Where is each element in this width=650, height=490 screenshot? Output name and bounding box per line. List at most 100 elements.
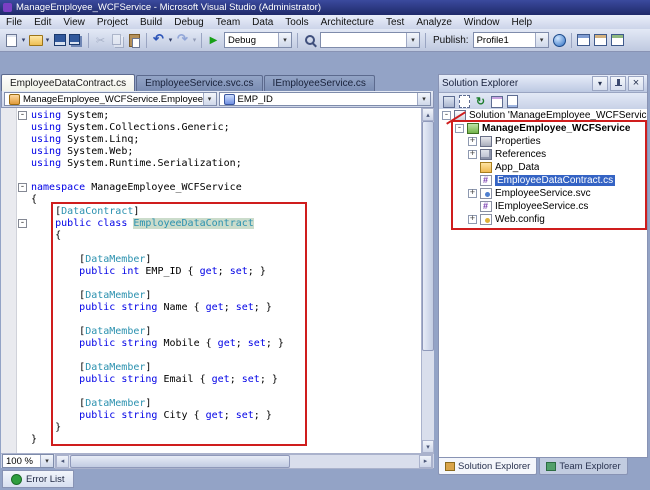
menu-item-data[interactable]: Data [246,17,279,28]
horizontal-scrollbar[interactable] [55,454,433,469]
solution-explorer-icon[interactable] [575,32,592,49]
new-project-icon[interactable] [3,32,20,49]
collapse-icon[interactable]: - [455,124,464,133]
redo-dropdown-arrow[interactable] [191,36,198,44]
expand-icon[interactable]: + [468,137,477,146]
tree-item-web-config[interactable]: +Web.config [439,213,647,226]
save-icon[interactable] [51,32,68,49]
breakpoint-gutter[interactable] [1,108,17,453]
vertical-scrollbar[interactable] [421,108,434,453]
properties-icon [480,136,492,147]
types-dropdown[interactable]: ManageEmployee_WCFService.EmployeeDataC [4,92,217,106]
solution-explorer-title: Solution Explorer [442,78,590,89]
menu-item-project[interactable]: Project [91,17,134,28]
menu-item-tools[interactable]: Tools [279,17,314,28]
solution-explorer-titlebar[interactable]: Solution Explorer [439,75,647,93]
types-dropdown-value: ManageEmployee_WCFService.EmployeeDataC [23,94,203,105]
chevron-down-icon[interactable] [278,33,291,47]
vertical-scrollbar-thumb[interactable] [422,121,434,351]
save-all-icon[interactable] [68,32,85,49]
svc-icon [480,188,492,199]
properties-icon[interactable] [441,94,456,109]
close-panel-button[interactable] [628,76,644,91]
menu-item-test[interactable]: Test [380,17,410,28]
menu-item-view[interactable]: View [57,17,91,28]
code-line: [DataMember] [31,254,420,266]
horizontal-scrollbar-thumb[interactable] [70,455,290,468]
menu-item-build[interactable]: Build [134,17,168,28]
menu-item-architecture[interactable]: Architecture [315,17,380,28]
menu-item-edit[interactable]: Edit [28,17,57,28]
editor-bottom-bar: 100 % [1,453,434,468]
collapse-icon[interactable]: - [442,111,451,120]
menu-item-analyze[interactable]: Analyze [410,17,458,28]
menu-item-help[interactable]: Help [506,17,539,28]
editor-navigation-bar: ManageEmployee_WCFService.EmployeeDataC … [1,91,434,108]
solution-tree[interactable]: -Solution 'ManageEmployee_WCFService' (1… [439,109,647,457]
tab-employeeservice-svc-cs[interactable]: EmployeeService.svc.cs [136,75,262,91]
menu-item-debug[interactable]: Debug [168,17,209,28]
tree-item-employeeservice-svc[interactable]: + EmployeeService.svc [439,187,647,200]
undo-dropdown-arrow[interactable] [167,36,174,44]
tree-item-iemployeeservice-cs[interactable]: IEmployeeService.cs [439,200,647,213]
chevron-down-icon[interactable] [40,455,53,467]
tree-item-solution-manageemployee-wcfservice-1-project[interactable]: -Solution 'ManageEmployee_WCFService' (1… [439,109,647,122]
refresh-icon[interactable] [473,94,488,109]
chevron-down-icon[interactable] [417,93,430,105]
find-combo[interactable] [320,32,420,48]
toolbar-group-find [294,32,318,49]
tab-employeedatacontract-cs[interactable]: EmployeeDataContract.cs [1,74,135,91]
code-line: using System.Linq; [31,134,420,146]
chevron-down-icon[interactable] [406,33,419,47]
scroll-left-icon[interactable] [56,455,69,468]
solution-configuration-combo[interactable]: Debug [224,32,292,48]
tree-item-manageemployee-wcfservice[interactable]: -ManageEmployee_WCFService [439,122,647,135]
chevron-down-icon[interactable] [203,93,216,105]
class-diagram-icon[interactable] [489,94,504,109]
open-file-dropdown-arrow[interactable] [44,36,51,44]
error-list-tab[interactable]: Error List [2,470,74,488]
window-position-button[interactable] [592,76,608,91]
open-file-icon[interactable] [27,32,44,49]
fold-marker[interactable]: - [18,111,27,120]
chevron-down-icon[interactable] [535,33,548,47]
tree-item-employeedatacontract-cs[interactable]: EmployeeDataContract.cs [439,174,647,187]
scroll-right-icon[interactable] [419,455,432,468]
field-icon [224,94,235,105]
fold-marker[interactable]: - [18,219,27,228]
code-editor[interactable]: using System;using System.Collections.Ge… [1,108,434,453]
tree-item-app-data[interactable]: App_Data [439,161,647,174]
code-line: using System.Runtime.Serialization; [31,158,420,170]
undo-icon[interactable] [150,32,167,49]
fold-marker[interactable]: - [18,183,27,192]
show-all-files-icon[interactable] [457,94,472,109]
find-icon[interactable] [301,32,318,49]
publish-icon[interactable] [551,32,568,49]
tree-item-properties[interactable]: +Properties [439,135,647,148]
tool-tab-team-explorer[interactable]: Team Explorer [539,458,627,475]
expand-icon[interactable]: + [468,150,477,159]
zoom-combo[interactable]: 100 % [2,454,54,468]
error-list-label: Error List [26,474,65,485]
tree-item-label: EmployeeService.svc [495,188,591,199]
paste-icon[interactable] [126,32,143,49]
tab-iemployeeservice-cs[interactable]: IEmployeeService.cs [264,75,375,91]
start-debug-icon[interactable] [205,32,222,49]
auto-hide-pin-button[interactable] [610,76,626,91]
members-dropdown[interactable]: EMP_ID [219,92,432,106]
expand-icon[interactable]: + [468,189,477,198]
expand-icon[interactable]: + [468,215,477,224]
publish-profile-combo[interactable]: Profile1 [473,32,549,48]
scroll-up-icon[interactable] [422,108,434,121]
new-project-dropdown-arrow[interactable] [20,36,27,44]
menu-item-file[interactable]: File [0,17,28,28]
scroll-down-icon[interactable] [422,440,434,453]
menu-item-team[interactable]: Team [210,17,246,28]
toolbox-icon[interactable] [609,32,626,49]
view-code-icon[interactable] [505,94,520,109]
menu-item-window[interactable]: Window [458,17,506,28]
tool-tab-solution-explorer[interactable]: Solution Explorer [438,458,537,475]
tree-item-references[interactable]: +References [439,148,647,161]
code-line: public string Email { get; set; } [31,374,420,386]
properties-window-icon[interactable] [592,32,609,49]
